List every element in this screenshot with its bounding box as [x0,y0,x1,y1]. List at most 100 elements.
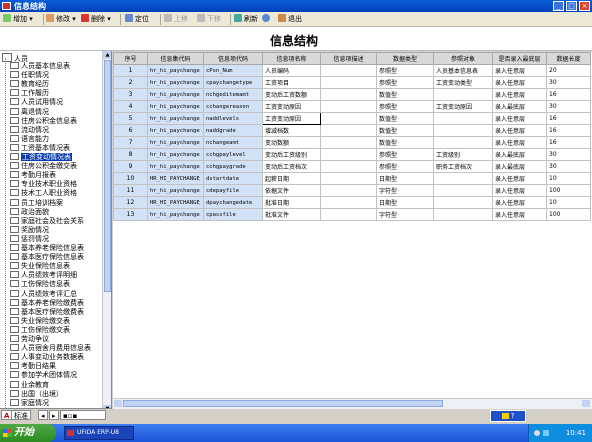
table-cell[interactable]: 变动数额 [262,136,321,149]
table-cell[interactable]: hr_hi_paychange [147,124,204,137]
tab-nav-right[interactable]: ▸ [49,410,59,420]
table-cell[interactable] [320,196,377,209]
move-up-button[interactable]: 上移 [164,14,188,25]
table-cell[interactable] [320,184,377,197]
table-cell[interactable]: 数值型 [376,112,434,125]
tab-blank[interactable]: ▪▫▪ [60,410,106,420]
table-cell[interactable]: 参照型 [376,100,434,113]
table-cell[interactable]: nchangeamt [203,136,263,149]
table-cell[interactable]: 录入任意层 [492,76,547,89]
table-cell[interactable]: 录入任意层 [492,64,547,77]
table-cell[interactable]: 录入任意层 [492,184,547,197]
close-button[interactable]: × [579,1,590,11]
tree-item[interactable]: 奖励情况 [10,225,49,235]
table-cell[interactable] [320,172,377,185]
tree-item[interactable]: 专业技术职业资格 [10,180,77,189]
table-cell[interactable]: 人员编码 [262,64,321,77]
table-cell[interactable] [320,64,377,77]
table-cell[interactable]: hr_hi_paychange [147,160,204,173]
table-cell[interactable]: hr_hi_paychange [147,184,204,197]
table-cell[interactable]: 数值型 [376,136,434,149]
tree-item[interactable]: 政治面貌 [10,207,49,217]
tree-item[interactable]: 基本医疗保险信息表 [10,253,84,262]
table-cell[interactable]: cpaychangetype [203,76,263,89]
column-header[interactable]: 数据类型 [376,52,434,65]
table-cell[interactable]: 人员基本信息表 [433,64,493,77]
tree-item[interactable]: 基本医疗保险缴费表 [10,307,84,317]
table-cell[interactable] [433,88,493,101]
table-cell[interactable]: 批准日期 [262,196,321,209]
table-cell[interactable] [433,136,493,149]
status-help-box[interactable]: ? [490,410,526,422]
table-cell[interactable]: 录入任意层 [492,208,547,221]
scroll-thumb[interactable] [123,400,443,407]
table-cell[interactable]: 增减档数 [262,124,321,137]
tree-item[interactable]: 人员基本信息表 [10,62,70,71]
tree-item[interactable]: 人员试用情况 [10,98,63,107]
table-cell[interactable]: dpaychangedate [203,196,263,209]
tree-item[interactable]: 考勤日结果 [10,362,56,371]
table-cell[interactable]: 12 [113,196,148,209]
table-cell[interactable]: 30 [546,148,591,161]
tree-item[interactable]: 参加学术团体情况 [10,371,77,380]
table-cell[interactable]: 数值型 [376,124,434,137]
table-cell[interactable] [433,172,493,185]
tree-item[interactable]: 任职情况 [10,71,49,80]
speaker-icon[interactable] [534,430,540,436]
minimize-button[interactable]: _ [553,1,564,11]
tree-item[interactable]: 考勤月报表 [10,171,56,180]
table-row[interactable]: 9 hr_hi_paychange cchgpaygrade 变动后工资档次 参照型 职务… [113,160,591,173]
table-cell[interactable]: 参照型 [376,76,434,89]
scroll-thumb[interactable] [104,60,111,292]
edit-button[interactable]: 修改 ▾ [46,14,76,25]
tree-item[interactable]: 家庭社会及社会关系 [10,216,84,226]
tree-item[interactable]: 人员宿舍月费用信息表 [10,344,91,353]
column-header[interactable]: 信息项代码 [203,52,263,65]
table-cell[interactable] [320,112,377,125]
tree-item[interactable]: 人事变动业务数据表 [10,353,84,362]
column-header[interactable]: 数据长度 [546,52,591,65]
table-cell[interactable]: naddlevels [203,112,263,125]
table-cell[interactable]: cPsn_Num [203,64,263,77]
table-cell[interactable]: 工资变动原因 [262,112,321,125]
table-row[interactable]: 4 hr_hi_paychange cchangereason 工资变动原因 参照型 工资… [113,100,591,113]
table-cell[interactable]: 30 [546,160,591,173]
table-row[interactable]: 8 hr_hi_paychange cchgpaylevel 变动后工资级别 参照型 工资… [113,148,591,161]
table-cell[interactable]: 7 [113,136,148,149]
tree-item[interactable]: 住房公积金信息表 [10,116,77,126]
table-cell[interactable]: hr_hi_paychange [147,136,204,149]
table-cell[interactable]: 字符型 [376,208,434,221]
table-cell[interactable]: 16 [546,124,591,137]
tab-nav-left[interactable]: ◂ [38,410,48,420]
table-cell[interactable]: 参照型 [376,160,434,173]
tree-item[interactable]: 工伤保险信息表 [10,280,70,289]
table-cell[interactable]: 录入任意层 [492,172,547,185]
taskbar-item-u8[interactable]: UFIDA ERP-U8 [64,426,134,440]
table-cell[interactable]: 字符型 [376,184,434,197]
column-header[interactable]: 信息项描述 [320,52,377,65]
locate-button[interactable]: 定位 [125,14,149,25]
table-cell[interactable]: 5 [113,112,148,125]
table-row[interactable]: 5 hr_hi_paychange naddlevels 工资变动原因 数值型 录入任意层… [113,112,591,125]
table-cell[interactable]: 20 [546,64,591,77]
exit-button[interactable]: 退出 [278,14,302,25]
table-cell[interactable]: 3 [113,88,148,101]
tree-item[interactable]: 员工培训档案 [10,198,63,208]
table-cell[interactable]: cchgpaygrade [203,160,263,173]
tree-item[interactable]: 工资变动情况表 [10,153,72,162]
tree-item[interactable]: 人员绩效考评汇总 [10,289,77,299]
table-cell[interactable]: 录入任意层 [492,124,547,137]
column-header[interactable]: 序号 [113,52,148,65]
table-row[interactable]: 13 hr_hi_paychange cpassfile 批准文件 字符型 录入任意层 10… [113,208,591,221]
scroll-right-icon[interactable] [582,400,590,407]
table-cell[interactable] [433,124,493,137]
add-button[interactable]: 增加 ▾ [3,14,33,25]
table-cell[interactable]: hr_hi_paychange [147,100,204,113]
table-row[interactable]: 11 hr_hi_paychange cdepayfile 依据文件 字符型 录入任意层 1… [113,184,591,197]
table-cell[interactable]: 9 [113,160,148,173]
table-cell[interactable]: 参照型 [376,148,434,161]
table-cell[interactable] [433,112,493,125]
table-cell[interactable]: hr_hi_paychange [147,208,204,221]
move-down-button[interactable]: 下移 [197,14,221,25]
table-cell[interactable]: HR_HI_PAYCHANGE [147,196,204,209]
